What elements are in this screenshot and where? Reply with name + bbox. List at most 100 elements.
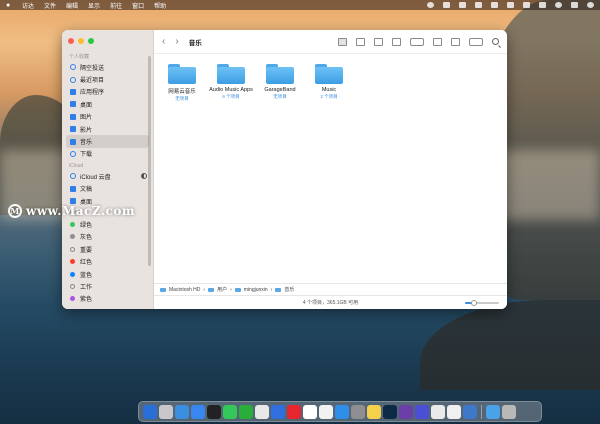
sidebar-tag-item[interactable]: 红色 <box>62 255 153 267</box>
search-icon[interactable] <box>555 2 562 8</box>
close-button[interactable] <box>68 38 74 44</box>
group-by-button[interactable] <box>410 37 424 46</box>
battery-icon[interactable] <box>523 2 530 8</box>
calendar-dock-icon[interactable] <box>303 404 317 419</box>
folder-item[interactable]: Audio Music Apps 6 个项目 <box>209 64 253 102</box>
menu-help[interactable]: 帮助 <box>154 1 166 10</box>
menu-window[interactable]: 窗口 <box>132 1 144 10</box>
tag-button[interactable] <box>451 37 460 46</box>
path-segment[interactable]: 音乐 <box>284 286 294 293</box>
sidebar: 个人收藏 隔空投送 最近项目 应用程序 桌面 图片 影片 音乐 下载 iClou… <box>62 30 154 309</box>
desktop-icon <box>70 101 76 108</box>
sidebar-item-icloud-drive[interactable]: iCloud 云盘 <box>62 170 153 182</box>
folder-item[interactable]: GarageBand 无项目 <box>260 64 300 102</box>
finder-dock-icon[interactable] <box>143 404 157 419</box>
apple-menu-icon[interactable]: ● <box>6 2 12 9</box>
sidebar-item-desktop[interactable]: 桌面 <box>62 98 153 110</box>
sidebar-tag-item[interactable]: 工作 <box>62 280 153 292</box>
minimize-button[interactable] <box>78 38 84 44</box>
trash-icon[interactable] <box>502 404 516 419</box>
list-view-button[interactable] <box>356 37 365 46</box>
safari-dock-icon[interactable] <box>175 404 189 419</box>
sidebar-tag-item[interactable]: 紫色 <box>62 293 153 305</box>
downloads-stack-icon[interactable] <box>486 404 500 419</box>
menu-finder[interactable]: 访达 <box>22 1 34 10</box>
sidebar-item-documents[interactable]: 文稿 <box>62 183 153 195</box>
sidebar-tag-item[interactable]: 蓝色 <box>62 268 153 280</box>
screen-icon[interactable] <box>491 2 498 8</box>
app-status-icon[interactable] <box>443 2 450 8</box>
bluetooth-icon[interactable] <box>507 2 514 8</box>
wechat-dock-icon[interactable] <box>239 404 253 419</box>
path-segment[interactable]: 用户 <box>217 286 227 293</box>
display-icon[interactable] <box>475 2 482 8</box>
sidebar-scrollbar[interactable] <box>148 56 151 266</box>
icon-size-slider-knob[interactable] <box>470 300 477 306</box>
launchpad-dock-icon[interactable] <box>159 404 173 419</box>
photoshop-dock-icon[interactable] <box>383 404 397 419</box>
system-preferences-dock-icon[interactable] <box>351 404 365 419</box>
menu-edit[interactable]: 编辑 <box>66 1 78 10</box>
wifi-icon[interactable] <box>539 2 546 8</box>
folder-item[interactable]: 网易云音乐 无项目 <box>162 64 202 102</box>
messages-dock-icon[interactable] <box>223 404 237 419</box>
wps-dock-icon[interactable] <box>271 404 285 419</box>
sidebar-item-airdrop[interactable]: 隔空投送 <box>62 61 153 73</box>
folder-icon <box>234 287 241 292</box>
icon-size-slider[interactable] <box>465 300 499 306</box>
zoom-button[interactable] <box>88 38 94 44</box>
qq-dock-icon[interactable] <box>207 404 221 419</box>
sidebar-section-favorites: 个人收藏 <box>69 54 90 60</box>
sidebar-tag-label: 蓝色 <box>80 272 93 279</box>
app-dock-icon[interactable] <box>415 404 429 419</box>
forward-button[interactable]: › <box>175 36 178 47</box>
control-center-icon[interactable] <box>571 2 578 8</box>
browser-dock-icon[interactable] <box>463 404 477 419</box>
share-button[interactable] <box>433 37 442 46</box>
tag-color-dot-icon <box>70 271 75 277</box>
back-button[interactable]: ‹ <box>162 36 165 47</box>
icon-view-button[interactable] <box>338 37 347 46</box>
sidebar-item-recents[interactable]: 最近项目 <box>62 73 153 85</box>
folder-item[interactable]: Music 2 个项目 <box>309 64 349 102</box>
background-coast <box>420 300 600 390</box>
podcast-dock-icon[interactable] <box>399 404 413 419</box>
action-menu-button[interactable] <box>469 37 483 46</box>
record-icon[interactable] <box>427 2 434 8</box>
sidebar-item-downloads[interactable]: 下载 <box>62 148 153 160</box>
sidebar-tag-item[interactable]: 绿色 <box>62 218 153 230</box>
menu-view[interactable]: 显示 <box>88 1 100 10</box>
mail-dock-icon[interactable] <box>191 404 205 419</box>
sidebar-tag-label: 绿色 <box>80 222 93 229</box>
chrome-dock-icon[interactable] <box>255 404 269 419</box>
folder-icon <box>266 64 294 84</box>
voice-memos-dock-icon[interactable] <box>431 404 445 419</box>
app-store-dock-icon[interactable] <box>335 404 349 419</box>
sidebar-item-pictures[interactable]: 图片 <box>62 111 153 123</box>
sidebar-item-movies[interactable]: 影片 <box>62 123 153 135</box>
sidebar-item-applications[interactable]: 应用程序 <box>62 86 153 98</box>
notes-dock-icon[interactable] <box>319 404 333 419</box>
tag-color-dot-icon <box>70 234 75 240</box>
gallery-view-button[interactable] <box>392 37 401 46</box>
disk-icon <box>160 287 166 292</box>
path-segment[interactable]: Macintosh HD <box>169 287 200 293</box>
search-icon[interactable] <box>492 38 499 45</box>
path-segment[interactable]: mingjunxin <box>244 287 268 293</box>
path-separator: › <box>270 286 273 293</box>
sidebar-tag-item[interactable]: 重要 <box>62 243 153 255</box>
wechat-status-icon[interactable] <box>459 2 466 8</box>
photos-dock-icon[interactable] <box>367 404 381 419</box>
window-title: 音乐 <box>188 39 202 47</box>
sidebar-item-music[interactable]: 音乐 <box>66 135 149 148</box>
netease-music-dock-icon[interactable] <box>287 404 301 419</box>
applications-icon <box>70 88 76 95</box>
clock-icon <box>70 76 76 83</box>
siri-icon[interactable] <box>587 2 594 8</box>
column-view-button[interactable] <box>374 37 383 46</box>
sidebar-tag-item[interactable]: 灰色 <box>62 231 153 243</box>
menu-go[interactable]: 前往 <box>110 1 122 10</box>
menu-file[interactable]: 文件 <box>44 1 56 10</box>
dock-separator <box>481 404 482 419</box>
preview-dock-icon[interactable] <box>447 404 461 419</box>
